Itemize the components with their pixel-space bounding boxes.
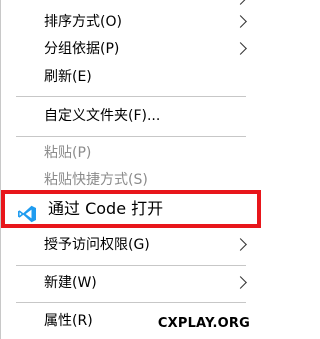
menu-item-new[interactable]: 新建(W) [1, 266, 260, 300]
watermark-text: CXPLAY.ORG [157, 316, 250, 331]
chevron-right-icon [234, 276, 247, 289]
menu-item-refresh[interactable]: 刷新(E) [1, 60, 260, 94]
chevron-right-icon [234, 238, 247, 251]
menu-item-open-with-code[interactable]: 通过 Code 打开 [1, 190, 261, 228]
menu-item-label: 通过 Code 打开 [48, 199, 164, 218]
menu-item-label: 刷新(E) [44, 69, 92, 85]
chevron-right-icon [234, 15, 247, 28]
menu-item-customize-folder[interactable]: 自定义文件夹(F)... [1, 99, 260, 133]
menu-item-grant-access[interactable]: 授予访问权限(G) [1, 228, 260, 262]
vscode-icon [18, 205, 36, 223]
menu-separator [16, 302, 246, 303]
menu-item-label: 授予访问权限(G) [44, 237, 150, 253]
menu-item-label: 属性(R) [44, 313, 93, 329]
context-menu: 排序方式(O) 分组依据(P) 刷新(E) 自定义文件夹(F)... 粘贴(P)… [0, 0, 261, 339]
menu-item-label: 新建(W) [44, 275, 97, 291]
chevron-right-icon [234, 42, 247, 55]
menu-separator [16, 96, 246, 97]
menu-item-label: 自定义文件夹(F)... [44, 108, 161, 124]
